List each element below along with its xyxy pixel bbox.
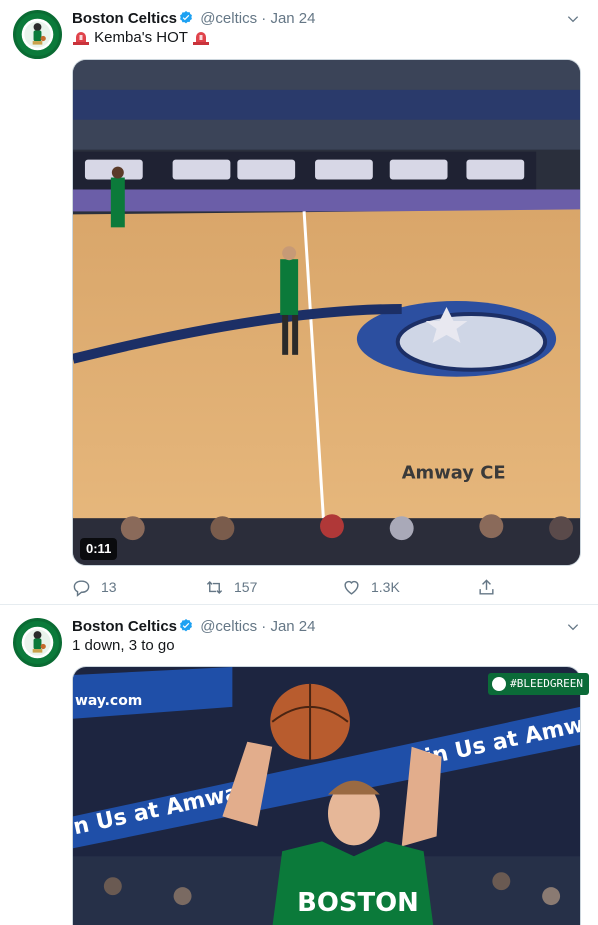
tweet-header: Boston Celtics @celtics · Jan 24: [72, 9, 568, 29]
separator: ·: [261, 10, 267, 27]
tweet-text: Kemba's HOT: [72, 28, 568, 48]
tweet-date[interactable]: Jan 24: [270, 10, 315, 27]
verified-badge-icon: [180, 11, 192, 24]
like-icon: [344, 580, 359, 595]
tweet[interactable]: Boston Celtics @celtics · Jan 24 1 down,…: [0, 605, 598, 925]
avatar[interactable]: [13, 10, 62, 59]
reply-count: 13: [101, 579, 117, 595]
share-icon: [479, 578, 494, 595]
reply-button[interactable]: 13: [72, 575, 117, 599]
tweet[interactable]: Boston Celtics @celtics · Jan 24 Kemba's…: [0, 0, 598, 605]
hashtag-badge: #BLEEDGREEN: [488, 673, 589, 695]
retweet-count: 157: [234, 579, 258, 595]
like-button[interactable]: 1.3K: [342, 575, 400, 599]
avatar[interactable]: [13, 618, 62, 667]
caret-down-icon[interactable]: [566, 12, 580, 26]
retweet-button[interactable]: 157: [205, 575, 257, 599]
video-duration: 0:11: [80, 538, 118, 560]
tweet-header: Boston Celtics @celtics · Jan 24: [72, 617, 568, 637]
video-player[interactable]: Amway CE: [72, 59, 581, 566]
siren-icon: [192, 32, 209, 45]
like-count: 1.3K: [371, 579, 400, 595]
hashtag-text: #BLEEDGREEN: [510, 677, 583, 690]
celtics-logo-icon: [492, 677, 507, 691]
author-name[interactable]: Boston Celtics: [72, 618, 177, 635]
arena-banner-left: way.com: [75, 693, 142, 709]
verified-badge-icon: [180, 619, 192, 632]
tweet-text: 1 down, 3 to go: [72, 637, 175, 654]
jersey-text: BOSTON: [297, 888, 419, 918]
caret-down-icon[interactable]: [566, 620, 580, 634]
tweet-actions: 13 157 1.3K: [72, 575, 502, 599]
author-name[interactable]: Boston Celtics: [72, 10, 177, 27]
reply-icon: [73, 579, 90, 597]
tweet-text-body: Kemba's HOT: [94, 29, 188, 46]
court-text: Amway CE: [402, 462, 506, 483]
author-handle[interactable]: @celtics: [200, 618, 257, 635]
siren-icon: [73, 32, 89, 45]
retweet-icon: [206, 580, 223, 594]
tweet-photo[interactable]: way.com in Us at Amway n Us at Amway. BO…: [72, 666, 581, 925]
separator: ·: [261, 618, 267, 635]
author-handle[interactable]: @celtics: [200, 10, 257, 27]
tweet-date[interactable]: Jan 24: [270, 618, 315, 635]
share-button[interactable]: [477, 575, 506, 599]
